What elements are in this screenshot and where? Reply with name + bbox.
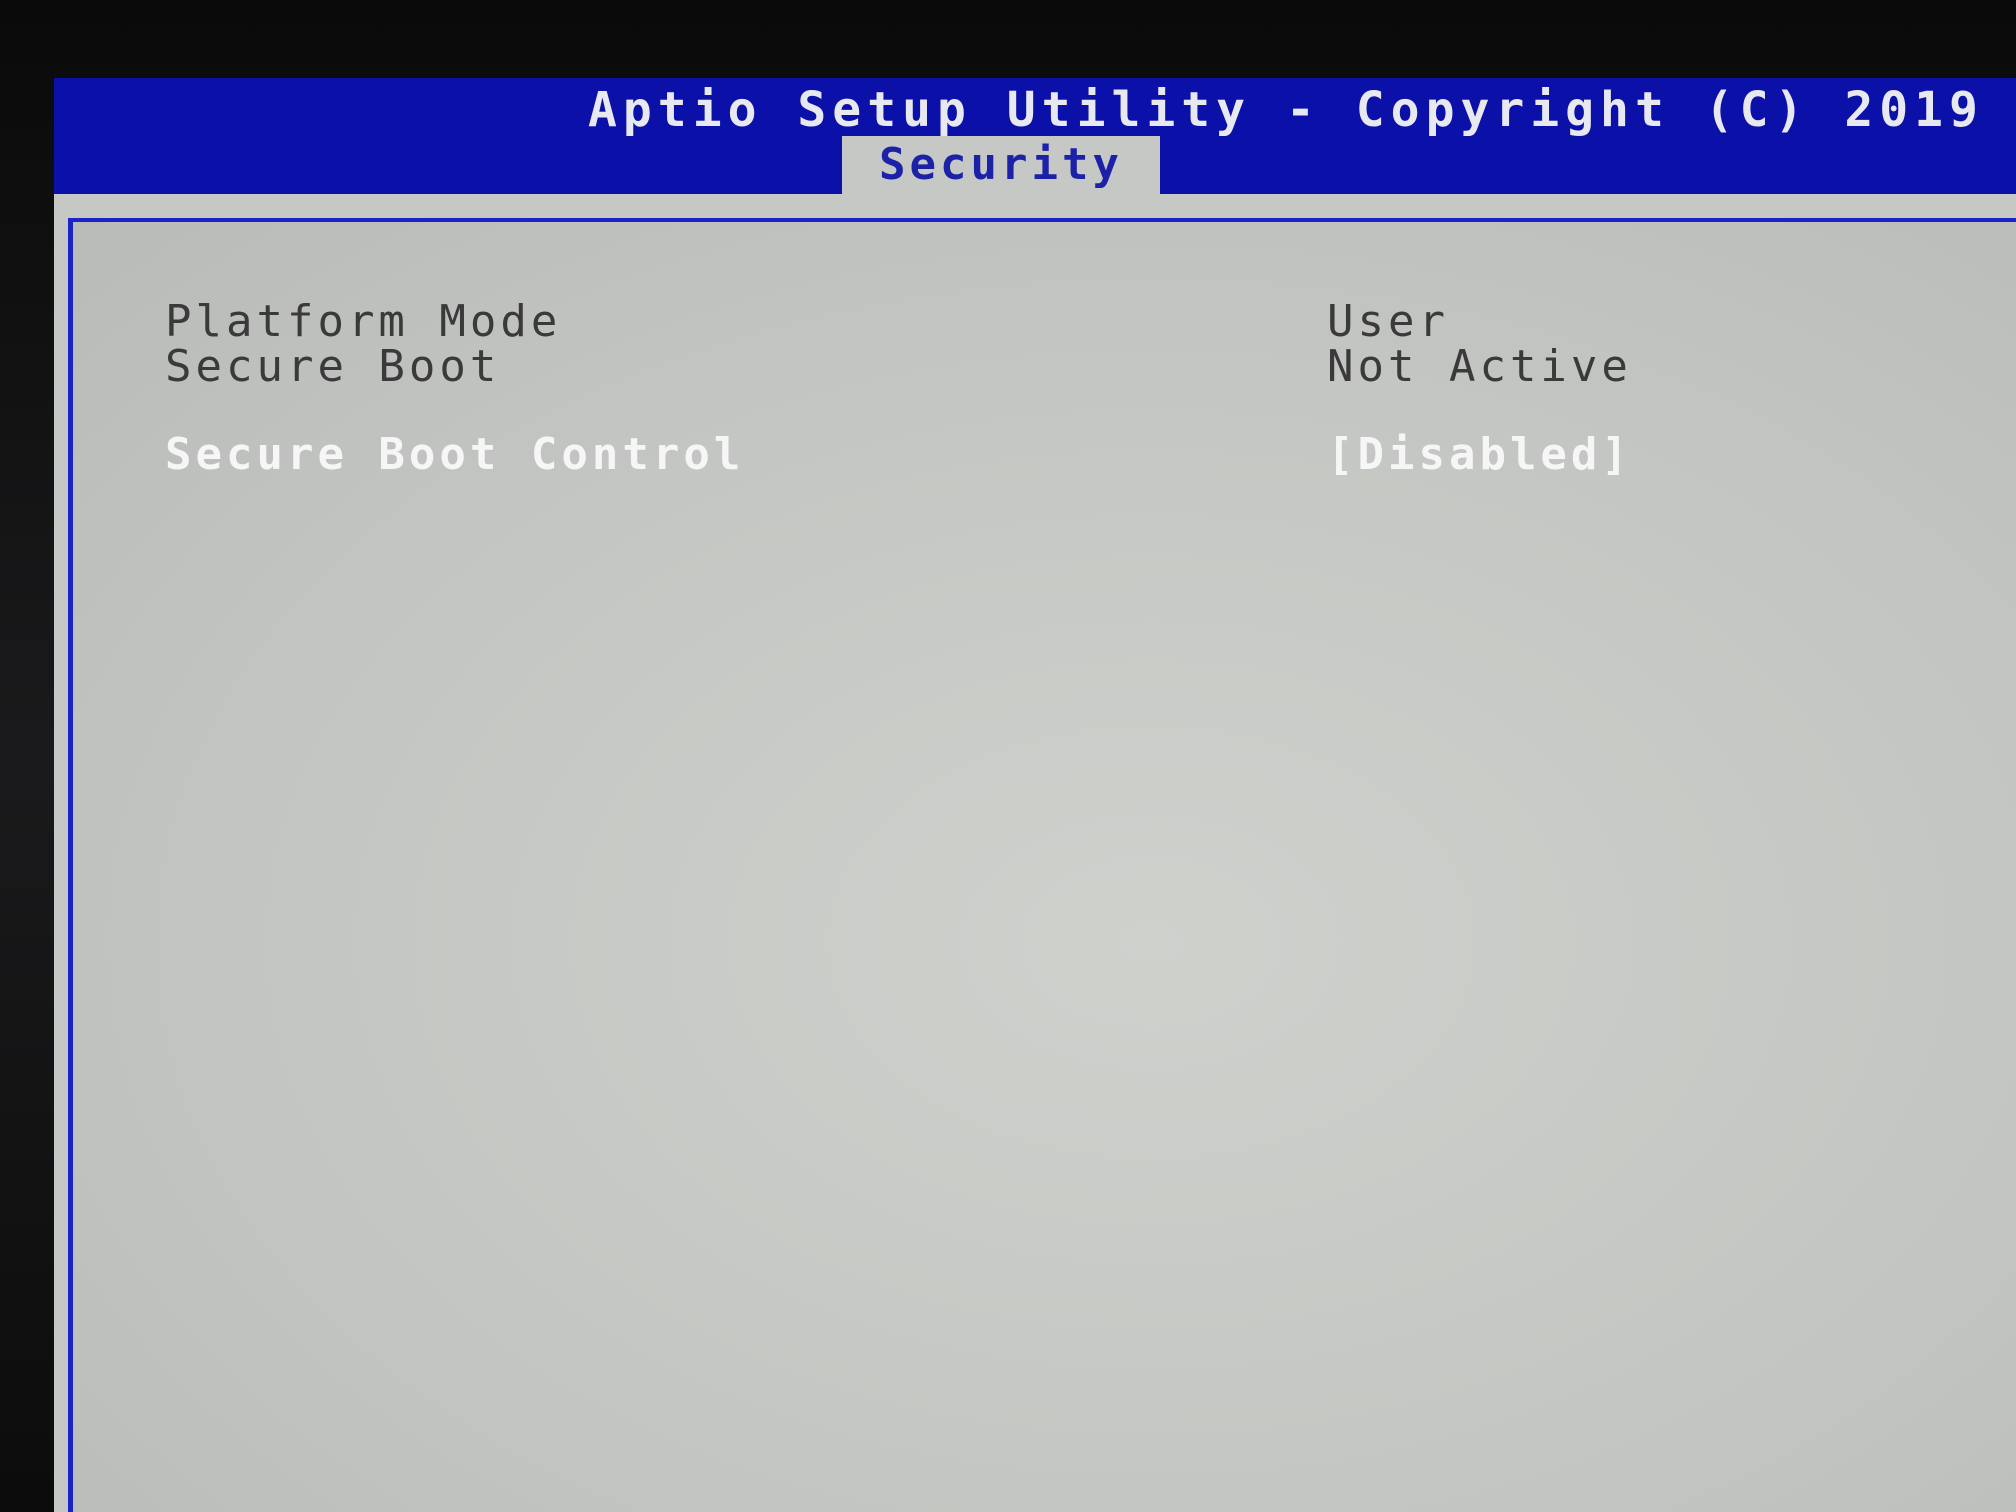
bios-header: Aptio Setup Utility - Copyright (C) 2019… (54, 78, 2016, 194)
tab-security[interactable]: Security (842, 136, 1160, 194)
secure-boot-control-value[interactable]: [Disabled] (1327, 427, 1632, 483)
bios-screen: Aptio Setup Utility - Copyright (C) 2019… (54, 78, 2016, 1512)
secure-boot-control-label[interactable]: Secure Boot Control (165, 427, 744, 483)
secure-boot-value: Not Active (1327, 341, 1632, 392)
secure-boot-label: Secure Boot (165, 341, 501, 392)
settings-panel: Platform Mode User Secure Boot Not Activ… (68, 218, 2016, 1512)
bios-title: Aptio Setup Utility - Copyright (C) 2019… (588, 82, 2016, 138)
